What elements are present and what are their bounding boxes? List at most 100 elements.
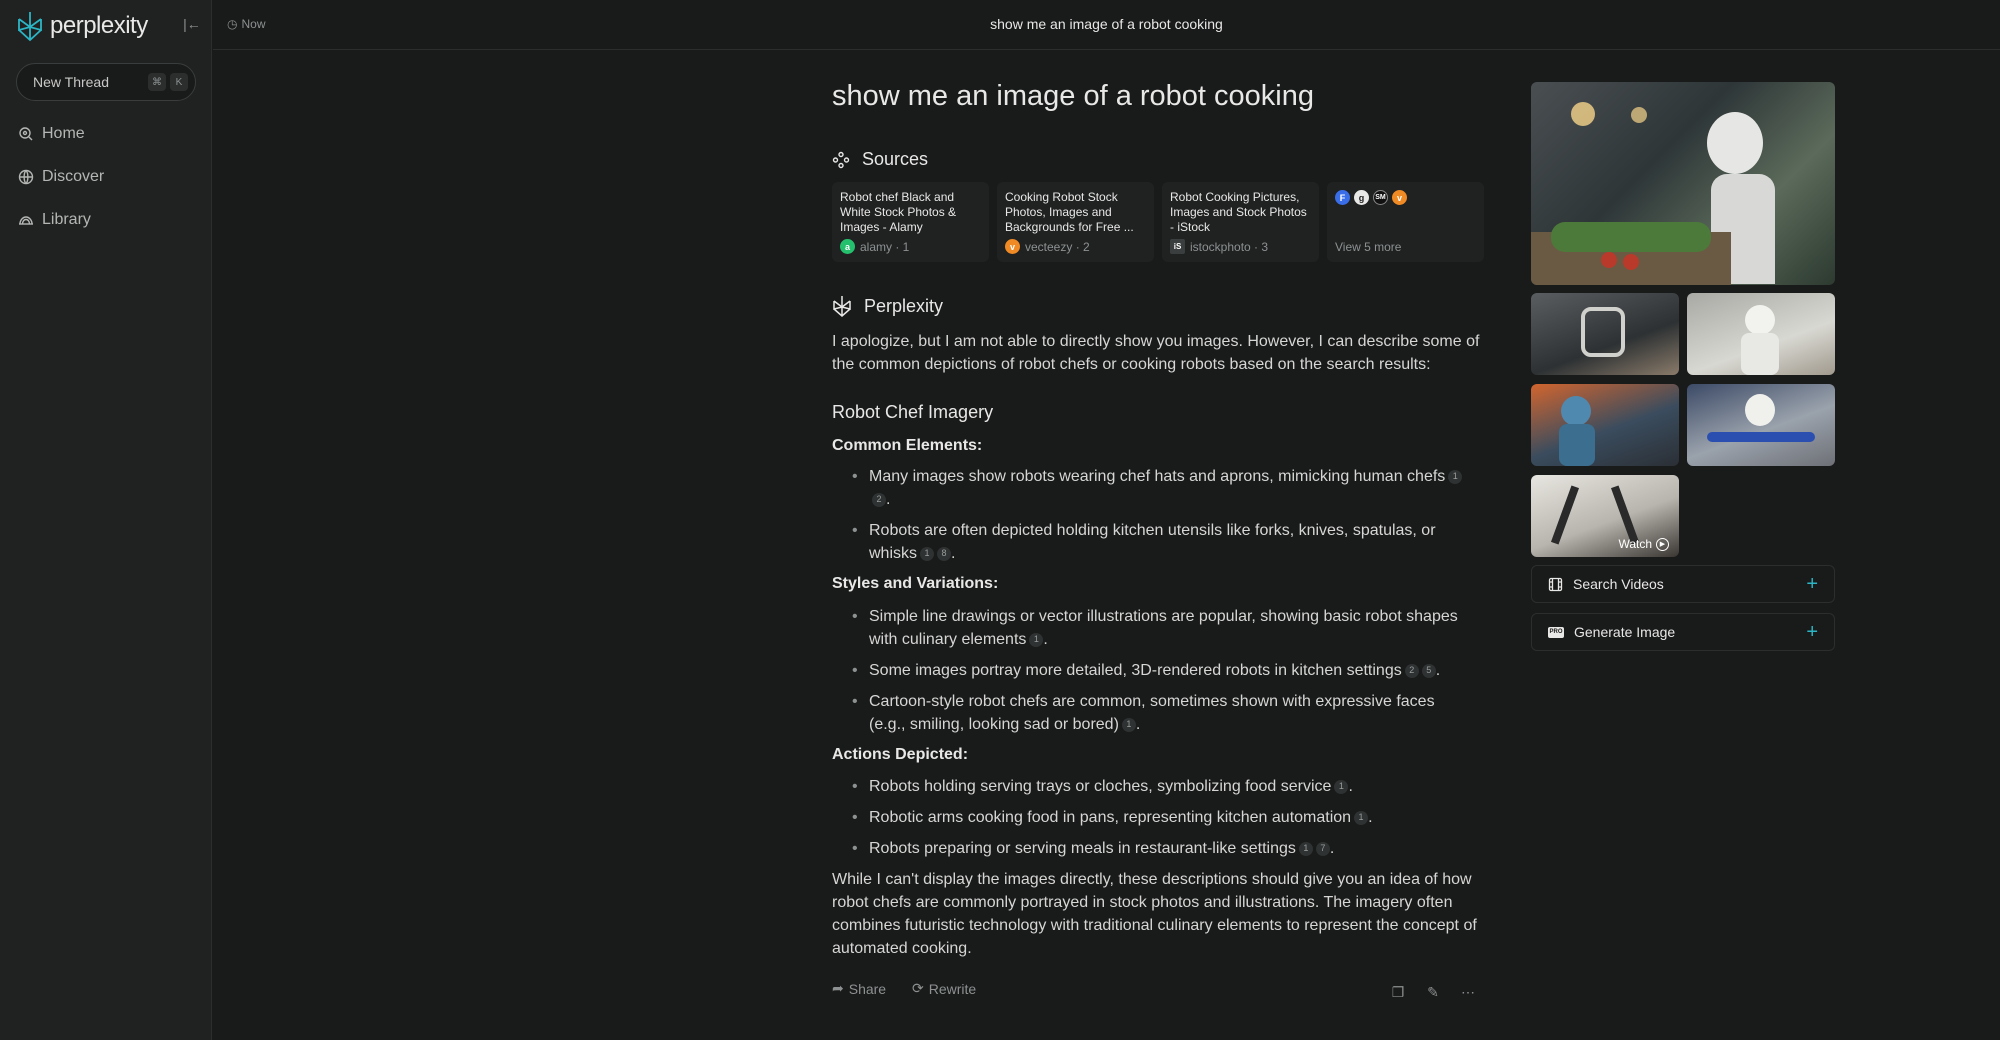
citation[interactable]: 2: [1404, 663, 1419, 678]
sidebar: perplexity |← New Thread ⌘ K Home Discov…: [0, 0, 212, 1040]
list-item: Some images portray more detailed, 3D-re…: [852, 659, 1464, 682]
source-card[interactable]: Robot Cooking Pictures, Images and Stock…: [1162, 182, 1319, 262]
new-thread-label: New Thread: [33, 74, 110, 90]
new-thread-button[interactable]: New Thread ⌘ K: [16, 63, 196, 101]
rewrite-icon: ⟳: [912, 980, 924, 996]
sources-heading: Sources: [832, 149, 928, 170]
list-item-text: Robots holding serving trays or cloches,…: [869, 778, 1332, 795]
source-card[interactable]: Robot chef Black and White Stock Photos …: [832, 182, 989, 262]
common-elements-heading: Common Elements:: [832, 437, 983, 454]
source-favicon-icon: SM: [1373, 190, 1388, 205]
source-site: alamy · 1: [860, 239, 910, 254]
alamy-favicon-icon: a: [840, 239, 855, 254]
perplexity-logo-icon: [18, 12, 42, 42]
sidebar-item-discover[interactable]: Discover: [18, 168, 104, 186]
list-item: Robotic arms cooking food in pans, repre…: [852, 806, 1464, 829]
sidebar-item-home[interactable]: Home: [18, 125, 85, 143]
robot-kitchen-image[interactable]: [1531, 293, 1679, 375]
robot-video-thumbnail[interactable]: Watch ▶: [1531, 475, 1679, 557]
source-favicon-icon: F: [1335, 190, 1350, 205]
source-meta: v vecteezy · 2: [1005, 239, 1090, 254]
generate-image-label: Generate Image: [1574, 624, 1676, 640]
source-title: Cooking Robot Stock Photos, Images and B…: [1005, 190, 1134, 234]
sidebar-item-label: Library: [42, 211, 91, 228]
source-title: Robot Cooking Pictures, Images and Stock…: [1170, 190, 1307, 234]
robot-chef-image[interactable]: [1687, 293, 1835, 375]
thread-title: show me an image of a robot cooking: [990, 16, 1223, 32]
edit-icon[interactable]: ✎: [1421, 980, 1445, 1004]
istock-favicon-icon: iS: [1170, 239, 1185, 254]
robot-cooking-image[interactable]: [1531, 82, 1835, 285]
perplexity-icon: [833, 296, 851, 317]
answer-conclusion: While I can't display the images directl…: [832, 871, 1477, 957]
more-options-icon[interactable]: ⋯: [1456, 980, 1480, 1004]
library-icon: [19, 216, 33, 225]
citation[interactable]: 5: [1421, 663, 1436, 678]
answer-heading: Perplexity: [832, 295, 943, 317]
logo[interactable]: perplexity: [16, 10, 148, 42]
citation[interactable]: 7: [1315, 841, 1330, 856]
rewrite-label: Rewrite: [928, 980, 977, 997]
list-item-text: Robots preparing or serving meals in res…: [869, 840, 1296, 857]
styles-heading: Styles and Variations:: [832, 575, 999, 592]
list-item: Robots holding serving trays or cloches,…: [852, 775, 1464, 798]
home-search-icon: [19, 127, 33, 141]
play-icon: ▶: [1656, 537, 1669, 551]
rewrite-button[interactable]: ⟳ Rewrite: [912, 980, 976, 997]
citation[interactable]: 1: [1334, 779, 1349, 794]
k-key: K: [170, 73, 188, 91]
plus-icon: +: [1806, 621, 1818, 643]
list-item-text: Simple line drawings or vector illustrat…: [869, 608, 1458, 648]
share-label: Share: [848, 980, 887, 997]
citation[interactable]: 1: [1354, 810, 1369, 825]
sidebar-item-label: Home: [42, 125, 85, 142]
share-icon: ➦: [832, 980, 844, 996]
question-title: show me an image of a robot cooking: [832, 80, 1314, 112]
share-button[interactable]: ➦ Share: [832, 980, 886, 997]
sources-icon: [832, 151, 850, 168]
collapse-sidebar-icon[interactable]: |←: [182, 14, 202, 34]
logo-text: perplexity: [50, 12, 148, 39]
list-item-text: Some images portray more detailed, 3D-re…: [869, 662, 1402, 679]
section-title: Robot Chef Imagery: [832, 402, 994, 422]
view-more-label: View 5 more: [1335, 240, 1402, 254]
list-item-text: Cartoon-style robot chefs are common, so…: [869, 693, 1435, 733]
vecteezy-favicon-icon: v: [1005, 239, 1020, 254]
view-more-sources-card[interactable]: F g SM v View 5 more: [1327, 182, 1484, 262]
search-videos-button[interactable]: Search Videos +: [1531, 565, 1835, 603]
film-icon: [1548, 577, 1563, 591]
citation[interactable]: 1: [1448, 469, 1463, 484]
top-bar: ◷ Now show me an image of a robot cookin…: [213, 0, 2000, 50]
citation[interactable]: 2: [872, 492, 886, 507]
answer-heading-label: Perplexity: [864, 295, 944, 316]
source-meta: a alamy · 1: [840, 239, 909, 254]
citation[interactable]: 1: [1298, 841, 1313, 856]
source-card[interactable]: Cooking Robot Stock Photos, Images and B…: [997, 182, 1154, 262]
answer-intro: I apologize, but I am not able to direct…: [832, 333, 1480, 373]
citation[interactable]: 1: [1121, 717, 1136, 732]
citation[interactable]: 1: [1029, 632, 1044, 647]
source-meta: iS istockphoto · 3: [1170, 239, 1268, 254]
source-favicon-icon: v: [1392, 190, 1407, 205]
citation[interactable]: 1: [920, 546, 935, 561]
copy-icon[interactable]: ❐: [1386, 980, 1410, 1004]
generate-image-button[interactable]: PRO Generate Image +: [1531, 613, 1835, 651]
search-videos-label: Search Videos: [1573, 576, 1664, 592]
watch-label: Watch: [1618, 537, 1652, 551]
sidebar-item-library[interactable]: Library: [18, 211, 91, 229]
list-item: Cartoon-style robot chefs are common, so…: [852, 690, 1464, 736]
sidebar-item-label: Discover: [42, 168, 105, 185]
citation[interactable]: 8: [937, 546, 952, 561]
robotic-arms-image[interactable]: [1687, 384, 1835, 466]
sources-heading-label: Sources: [862, 149, 929, 169]
more-source-icons: F g SM v: [1335, 190, 1476, 205]
watch-button[interactable]: Watch ▶: [1618, 537, 1669, 551]
cartoon-robot-image[interactable]: [1531, 384, 1679, 466]
list-item-text: Robotic arms cooking food in pans, repre…: [869, 809, 1352, 826]
plus-icon: +: [1806, 573, 1818, 595]
source-site: istockphoto · 3: [1190, 239, 1269, 254]
actions-heading: Actions Depicted:: [832, 746, 969, 763]
list-item: Many images show robots wearing chef hat…: [852, 465, 1464, 511]
list-item-text: Many images show robots wearing chef hat…: [869, 468, 1446, 485]
source-title: Robot chef Black and White Stock Photos …: [840, 190, 957, 234]
